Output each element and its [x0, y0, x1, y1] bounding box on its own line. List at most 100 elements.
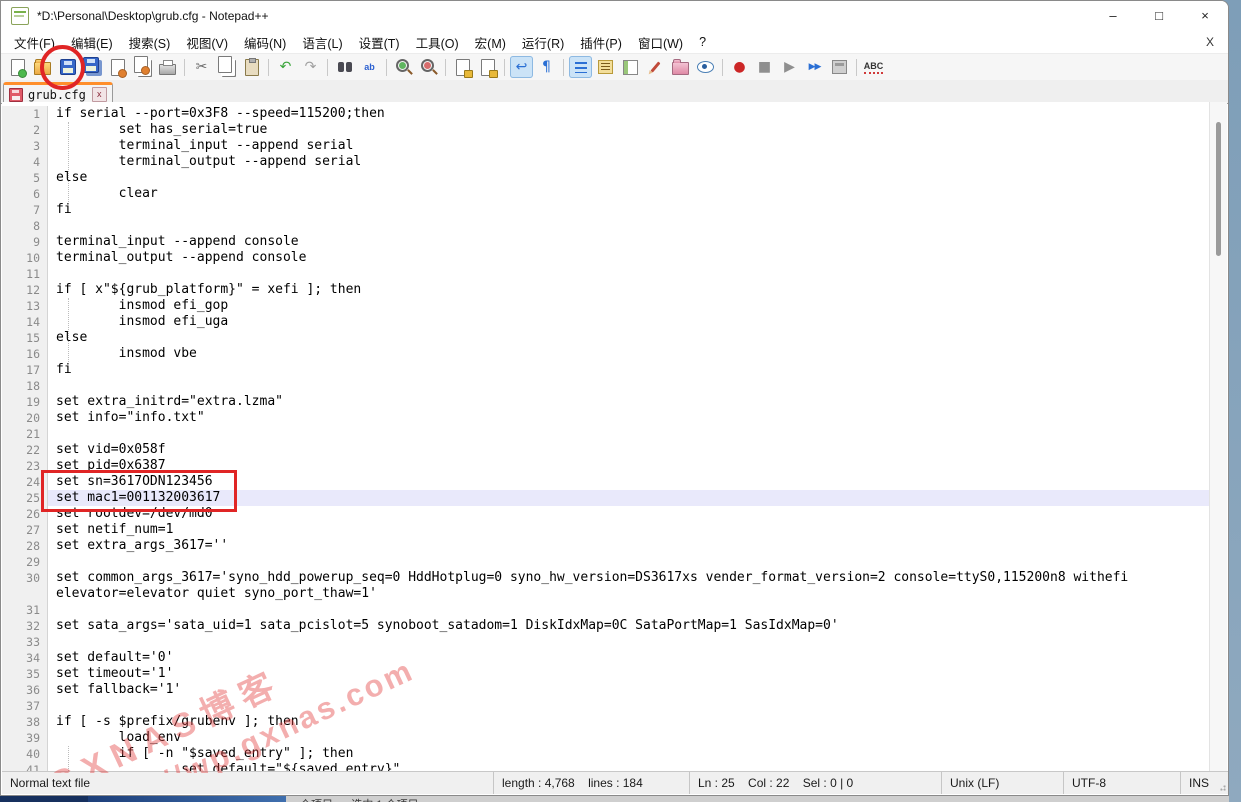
code-line-39[interactable]: 39 load_env: [2, 730, 1212, 746]
close-button[interactable]: ×: [1182, 1, 1228, 31]
close-all-button[interactable]: [131, 56, 154, 78]
menu-item-view[interactable]: 视图(V): [178, 31, 236, 54]
document-list-button[interactable]: [644, 56, 667, 78]
code-line-10[interactable]: 10terminal_output --append console: [2, 250, 1212, 266]
zoom-out-button[interactable]: [417, 56, 440, 78]
code-line-4[interactable]: 4 terminal_output --append serial: [2, 154, 1212, 170]
code-line-31[interactable]: 31: [2, 602, 1212, 618]
code-line-21[interactable]: 21: [2, 426, 1212, 442]
sync-vertical-scrolling-button[interactable]: [451, 56, 474, 78]
undo-icon: ↶: [280, 60, 292, 74]
resize-grip[interactable]: [1219, 784, 1227, 792]
line-number: 9: [2, 234, 48, 250]
code-line-14[interactable]: 14 insmod efi_uga: [2, 314, 1212, 330]
menu-item-tools[interactable]: 工具(O): [408, 31, 467, 54]
line-text: terminal_output --append serial: [48, 154, 1212, 170]
line-text: [48, 426, 1212, 442]
close-all-icon: [134, 56, 148, 73]
paste-button[interactable]: [240, 56, 263, 78]
code-line-29[interactable]: 29: [2, 554, 1212, 570]
editor-area[interactable]: 1if serial --port=0x3F8 --speed=115200;t…: [2, 102, 1212, 773]
code-line-28[interactable]: 28set extra_args_3617='': [2, 538, 1212, 554]
spell-check-button[interactable]: ABC: [862, 56, 885, 78]
file-monitoring-button[interactable]: [694, 56, 717, 78]
code-line-18[interactable]: 18: [2, 378, 1212, 394]
replace-button[interactable]: ab: [358, 56, 381, 78]
code-line-40[interactable]: 40 if [ -n "$saved_entry" ]; then: [2, 746, 1212, 762]
line-number: 29: [2, 554, 48, 570]
code-line-9[interactable]: 9terminal_input --append console: [2, 234, 1212, 250]
code-line-36[interactable]: 36set fallback='1': [2, 682, 1212, 698]
zoom-in-button[interactable]: [392, 56, 415, 78]
code-line-19[interactable]: 19set extra_initrd="extra.lzma": [2, 394, 1212, 410]
unsaved-floppy-icon: [9, 88, 23, 102]
code-line-6[interactable]: 6 clear: [2, 186, 1212, 202]
code-line-11[interactable]: 11: [2, 266, 1212, 282]
code-line-16[interactable]: 16 insmod vbe: [2, 346, 1212, 362]
code-line-34[interactable]: 34set default='0': [2, 650, 1212, 666]
code-line-20[interactable]: 20set info="info.txt": [2, 410, 1212, 426]
line-text: set netif_num=1: [48, 522, 1212, 538]
undo-button[interactable]: ↶: [274, 56, 297, 78]
new-file-button[interactable]: [6, 56, 29, 78]
macro-run-multiple-button[interactable]: ▶▶: [803, 56, 826, 78]
document-map-button[interactable]: [619, 56, 642, 78]
code-line-17[interactable]: 17fi: [2, 362, 1212, 378]
code-line-32[interactable]: 32set sata_args='sata_uid=1 sata_pcislot…: [2, 618, 1212, 634]
folder-as-workspace-icon: [672, 62, 689, 75]
function-list-button[interactable]: [594, 56, 617, 78]
code-line-7[interactable]: 7fi: [2, 202, 1212, 218]
menu-item-macro[interactable]: 宏(M): [467, 31, 514, 54]
line-text: load_env: [48, 730, 1212, 746]
close-file-button[interactable]: [106, 56, 129, 78]
macro-save-button[interactable]: [828, 56, 851, 78]
menu-item-window[interactable]: 窗口(W): [630, 31, 691, 54]
cut-button[interactable]: ✂: [190, 56, 213, 78]
menu-item-encoding[interactable]: 编码(N): [236, 31, 294, 54]
code-line-37[interactable]: 37: [2, 698, 1212, 714]
code-line-2[interactable]: 2 set has_serial=true: [2, 122, 1212, 138]
menu-item-language[interactable]: 语言(L): [294, 31, 350, 54]
code-line-15[interactable]: 15else: [2, 330, 1212, 346]
code-line-27[interactable]: 27set netif_num=1: [2, 522, 1212, 538]
code-line-30[interactable]: 30set common_args_3617='syno_hdd_powerup…: [2, 570, 1212, 586]
indent-guide-button[interactable]: [569, 56, 592, 78]
code-line-1[interactable]: 1if serial --port=0x3F8 --speed=115200;t…: [2, 106, 1212, 122]
redo-button[interactable]: ↷: [299, 56, 322, 78]
menu-item-run[interactable]: 运行(R): [514, 31, 572, 54]
code-line-13[interactable]: 13 insmod efi_gop: [2, 298, 1212, 314]
tab-close-icon[interactable]: x: [92, 87, 107, 102]
code-line-12[interactable]: 12if [ x"${grub_platform}" = xefi ]; the…: [2, 282, 1212, 298]
show-all-characters-button[interactable]: ¶: [535, 56, 558, 78]
scrollbar-thumb[interactable]: [1216, 122, 1221, 256]
line-number: 14: [2, 314, 48, 330]
word-wrap-button[interactable]: ↩: [510, 56, 533, 78]
code-line-33[interactable]: 33: [2, 634, 1212, 650]
vertical-scrollbar[interactable]: [1209, 102, 1227, 773]
code-line-22[interactable]: 22set vid=0x058f: [2, 442, 1212, 458]
new-file-icon: [11, 59, 25, 76]
code-line-3[interactable]: 3 terminal_input --append serial: [2, 138, 1212, 154]
copy-button[interactable]: [215, 56, 238, 78]
code-line-8[interactable]: 8: [2, 218, 1212, 234]
folder-as-workspace-button[interactable]: [669, 56, 692, 78]
menu-item-help[interactable]: ?: [691, 33, 714, 51]
menu-item-search[interactable]: 搜索(S): [121, 31, 179, 54]
macro-play-button[interactable]: ▶: [778, 56, 801, 78]
code-line-35[interactable]: 35set timeout='1': [2, 666, 1212, 682]
minimize-button[interactable]: –: [1090, 1, 1136, 31]
print-button[interactable]: [156, 56, 179, 78]
maximize-button[interactable]: □: [1136, 1, 1182, 31]
macro-record-button[interactable]: ●: [728, 56, 751, 78]
macro-stop-button[interactable]: ■: [753, 56, 776, 78]
menu-item-settings[interactable]: 设置(T): [351, 31, 408, 54]
menu-item-plugins[interactable]: 插件(P): [572, 31, 630, 54]
code-line-wrap[interactable]: elevator=elevator quiet syno_port_thaw=1…: [2, 586, 1212, 602]
menubar-close-icon[interactable]: X: [1202, 34, 1218, 50]
line-number: 6: [2, 186, 48, 202]
sync-horizontal-scrolling-button[interactable]: [476, 56, 499, 78]
code-line-5[interactable]: 5else: [2, 170, 1212, 186]
code-line-38[interactable]: 38if [ -s $prefix/grubenv ]; then: [2, 714, 1212, 730]
find-button[interactable]: [333, 56, 356, 78]
line-number: 39: [2, 730, 48, 746]
